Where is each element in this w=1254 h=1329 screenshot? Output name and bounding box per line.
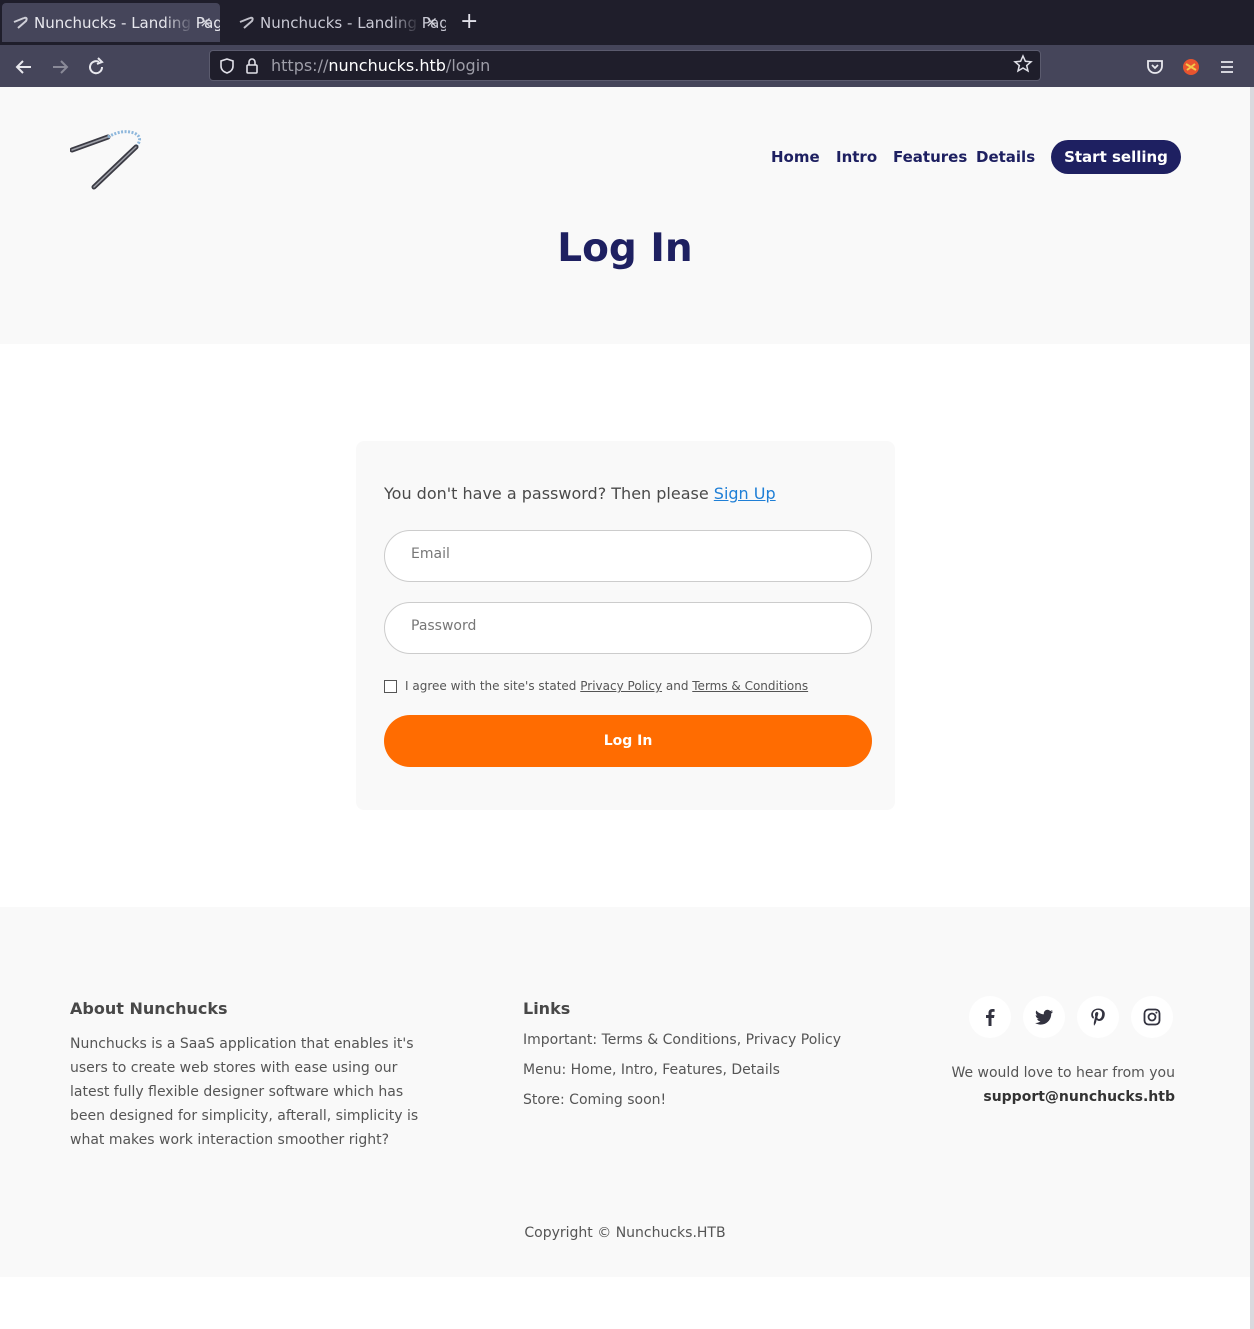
close-tab-icon[interactable]: ×: [199, 13, 212, 31]
hero-section: Home Intro Features Details Start sellin…: [0, 87, 1250, 344]
contact-text: We would love to hear from you: [951, 1065, 1175, 1081]
login-card: You don't have a password? Then please S…: [356, 441, 895, 810]
email-input[interactable]: [409, 545, 853, 563]
window-edge: [1250, 87, 1254, 1329]
privacy-policy-link[interactable]: Privacy Policy: [580, 679, 662, 693]
shield-icon[interactable]: [218, 57, 236, 75]
back-arrow-icon[interactable]: [12, 55, 36, 79]
page-viewport: Home Intro Features Details Start sellin…: [0, 87, 1250, 1329]
forward-arrow-icon[interactable]: [48, 55, 72, 79]
url-text[interactable]: https://nunchucks.htb/login: [271, 56, 490, 75]
password-field[interactable]: [384, 602, 872, 654]
contact-block: We would love to hear from you support@n…: [951, 1061, 1175, 1109]
bookmark-star-icon[interactable]: [1013, 54, 1033, 79]
browser-tab-inactive[interactable]: Nunchucks - Landing Page ×: [228, 3, 446, 42]
footer-links-menu[interactable]: Menu: Home, Intro, Features, Details: [523, 1062, 780, 1078]
facebook-icon[interactable]: [969, 996, 1011, 1038]
url-bar[interactable]: https://nunchucks.htb/login: [209, 50, 1041, 81]
pinterest-icon[interactable]: [1077, 996, 1119, 1038]
footer: About Nunchucks Nunchucks is a SaaS appl…: [0, 907, 1250, 1277]
nunchucks-logo[interactable]: [70, 129, 146, 191]
new-tab-icon[interactable]: +: [460, 10, 478, 34]
sign-up-link[interactable]: Sign Up: [714, 484, 776, 503]
lock-icon[interactable]: [243, 57, 261, 75]
nav-features[interactable]: Features: [893, 148, 967, 166]
agreement-row: I agree with the site's stated Privacy P…: [384, 679, 808, 693]
menu-hamburger-icon[interactable]: [1215, 55, 1239, 79]
about-text: Nunchucks is a SaaS application that ena…: [70, 1036, 419, 1148]
extension-icon[interactable]: [1179, 55, 1203, 79]
browser-toolbar: https://nunchucks.htb/login: [0, 45, 1254, 87]
signup-prompt: You don't have a password? Then please S…: [384, 484, 776, 503]
support-email[interactable]: support@nunchucks.htb: [951, 1085, 1175, 1109]
instagram-icon[interactable]: [1131, 996, 1173, 1038]
nunchucks-favicon-icon: [13, 16, 28, 29]
links-heading: Links: [523, 999, 571, 1018]
nav-home[interactable]: Home: [771, 148, 820, 166]
email-field[interactable]: [384, 530, 872, 582]
pocket-icon[interactable]: [1143, 55, 1167, 79]
start-selling-button[interactable]: Start selling: [1051, 140, 1181, 174]
nav-details[interactable]: Details: [976, 148, 1035, 166]
login-button[interactable]: Log In: [384, 715, 872, 767]
terms-conditions-link[interactable]: Terms & Conditions: [692, 679, 808, 693]
close-tab-icon[interactable]: ×: [425, 13, 438, 31]
twitter-icon[interactable]: [1023, 996, 1065, 1038]
copyright: Copyright © Nunchucks.HTB: [524, 1225, 726, 1241]
footer-links-important[interactable]: Important: Terms & Conditions, Privacy P…: [523, 1032, 841, 1048]
nav-intro[interactable]: Intro: [836, 148, 877, 166]
browser-tab-active[interactable]: Nunchucks - Landing Page ×: [2, 3, 220, 42]
page-title: Log In: [557, 226, 693, 271]
about-heading: About Nunchucks: [70, 999, 228, 1018]
nunchucks-favicon-icon: [239, 16, 254, 29]
password-input[interactable]: [409, 617, 853, 635]
agree-checkbox[interactable]: [384, 679, 397, 693]
reload-icon[interactable]: [84, 55, 108, 79]
browser-tab-strip: Nunchucks - Landing Page × Nunchucks - L…: [0, 0, 1254, 45]
footer-links-store[interactable]: Store: Coming soon!: [523, 1092, 666, 1108]
